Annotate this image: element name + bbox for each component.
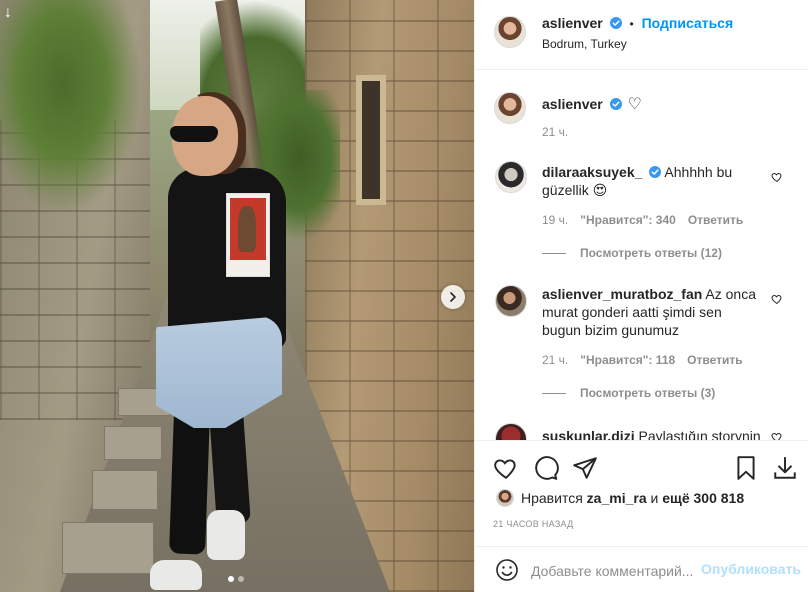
author-username[interactable]: aslienver [542,15,603,31]
carousel-dot [238,576,244,582]
location-link[interactable]: Bodrum, Turkey [542,37,627,51]
carousel-next-button[interactable] [441,285,465,309]
chevron-right-icon [450,292,456,302]
view-replies-button[interactable]: Посмотреть ответы (12) [542,246,722,260]
liker-avatar[interactable] [496,489,514,507]
view-replies-label: Посмотреть ответы (3) [580,386,716,400]
comment-emoji: 😍 [592,182,608,198]
separator-dot: • [629,17,634,31]
verified-badge-icon [609,17,622,29]
wall-window [356,75,386,205]
avatar[interactable] [494,92,526,124]
arrow-down-icon: ↓ [4,4,12,21]
comment-likes[interactable]: "Нравится": 118 [580,353,675,367]
comment: suskunlar.dizi Paylaştığın storynin [542,427,762,440]
comment-username[interactable]: dilaraaksuyek_ [542,164,642,180]
add-comment-bar: Опубликовать [475,546,808,592]
comment-text: Paylaştığın storynin [638,428,761,440]
carousel-dot-active [228,576,234,582]
comment: aslienver_muratboz_fan Az onca murat gon… [542,285,762,339]
likes-conjunction: и [650,490,659,506]
heart-outline-icon[interactable] [771,293,783,305]
post-timestamp[interactable]: 21 ЧАСОВ НАЗАД [493,519,574,529]
comment-meta: 19 ч. "Нравится": 340 Ответить [542,213,743,227]
view-replies-button[interactable]: Посмотреть ответы (3) [542,386,715,400]
comment-avatar[interactable] [495,161,527,193]
comment-time: 19 ч. [542,213,569,227]
avatar[interactable] [494,16,526,48]
caption-username[interactable]: aslienver [542,96,603,112]
like-heart-icon[interactable] [493,455,519,481]
view-replies-label: Посмотреть ответы (12) [580,246,722,260]
bookmark-icon[interactable] [733,455,759,481]
heart-outline-icon[interactable] [771,431,783,440]
divider-line [542,252,566,254]
share-paper-plane-icon[interactable] [572,455,598,481]
divider-line [542,392,566,394]
carousel-dots [228,576,244,582]
follow-button[interactable]: Подписаться [642,15,734,31]
comment-likes[interactable]: "Нравится": 340 [580,213,676,227]
sunglasses [170,126,218,142]
comments-list[interactable]: aslienver ♡ 21 ч. dilaraaksuyek_ Ahhhhh … [475,71,808,440]
likes-count[interactable]: ещё 300 818 [662,490,744,506]
caption-emoji: ♡ [627,96,642,113]
comment-time: 21 ч. [542,353,569,367]
comment-input[interactable] [531,561,695,581]
plant-left [0,0,140,210]
likes-summary: Нравится za_mi_ra и ещё 300 818 [475,486,808,510]
comment-username[interactable]: aslienver_muratboz_fan [542,286,702,302]
comment-meta: 21 ч. "Нравится": 118 Ответить [542,353,743,367]
verified-badge-icon [609,98,622,110]
heart-outline-icon[interactable] [771,171,783,183]
caption-time: 21 ч. [542,125,569,139]
verified-badge-icon [649,166,662,178]
publish-comment-button[interactable]: Опубликовать [701,561,801,577]
post-header: aslienver • Подписаться Bodrum, Turkey [475,0,808,70]
comment: dilaraaksuyek_ Ahhhhh bu güzellik 😍 [542,163,762,199]
emoji-smiley-icon[interactable] [495,558,519,582]
comment-username[interactable]: suskunlar.dizi [542,428,635,440]
reply-button[interactable]: Ответить [688,213,743,227]
comment-avatar[interactable] [495,423,527,440]
reply-button[interactable]: Ответить [687,353,742,367]
post-photo[interactable]: ↓ [0,0,474,592]
comment-avatar[interactable] [495,285,527,317]
comment-bubble-icon[interactable] [533,455,559,481]
likes-prefix: Нравится [521,490,583,506]
download-icon[interactable] [772,455,798,481]
liker-username[interactable]: za_mi_ra [587,490,647,506]
post-sidebar: aslienver • Подписаться Bodrum, Turkey a… [474,0,808,592]
